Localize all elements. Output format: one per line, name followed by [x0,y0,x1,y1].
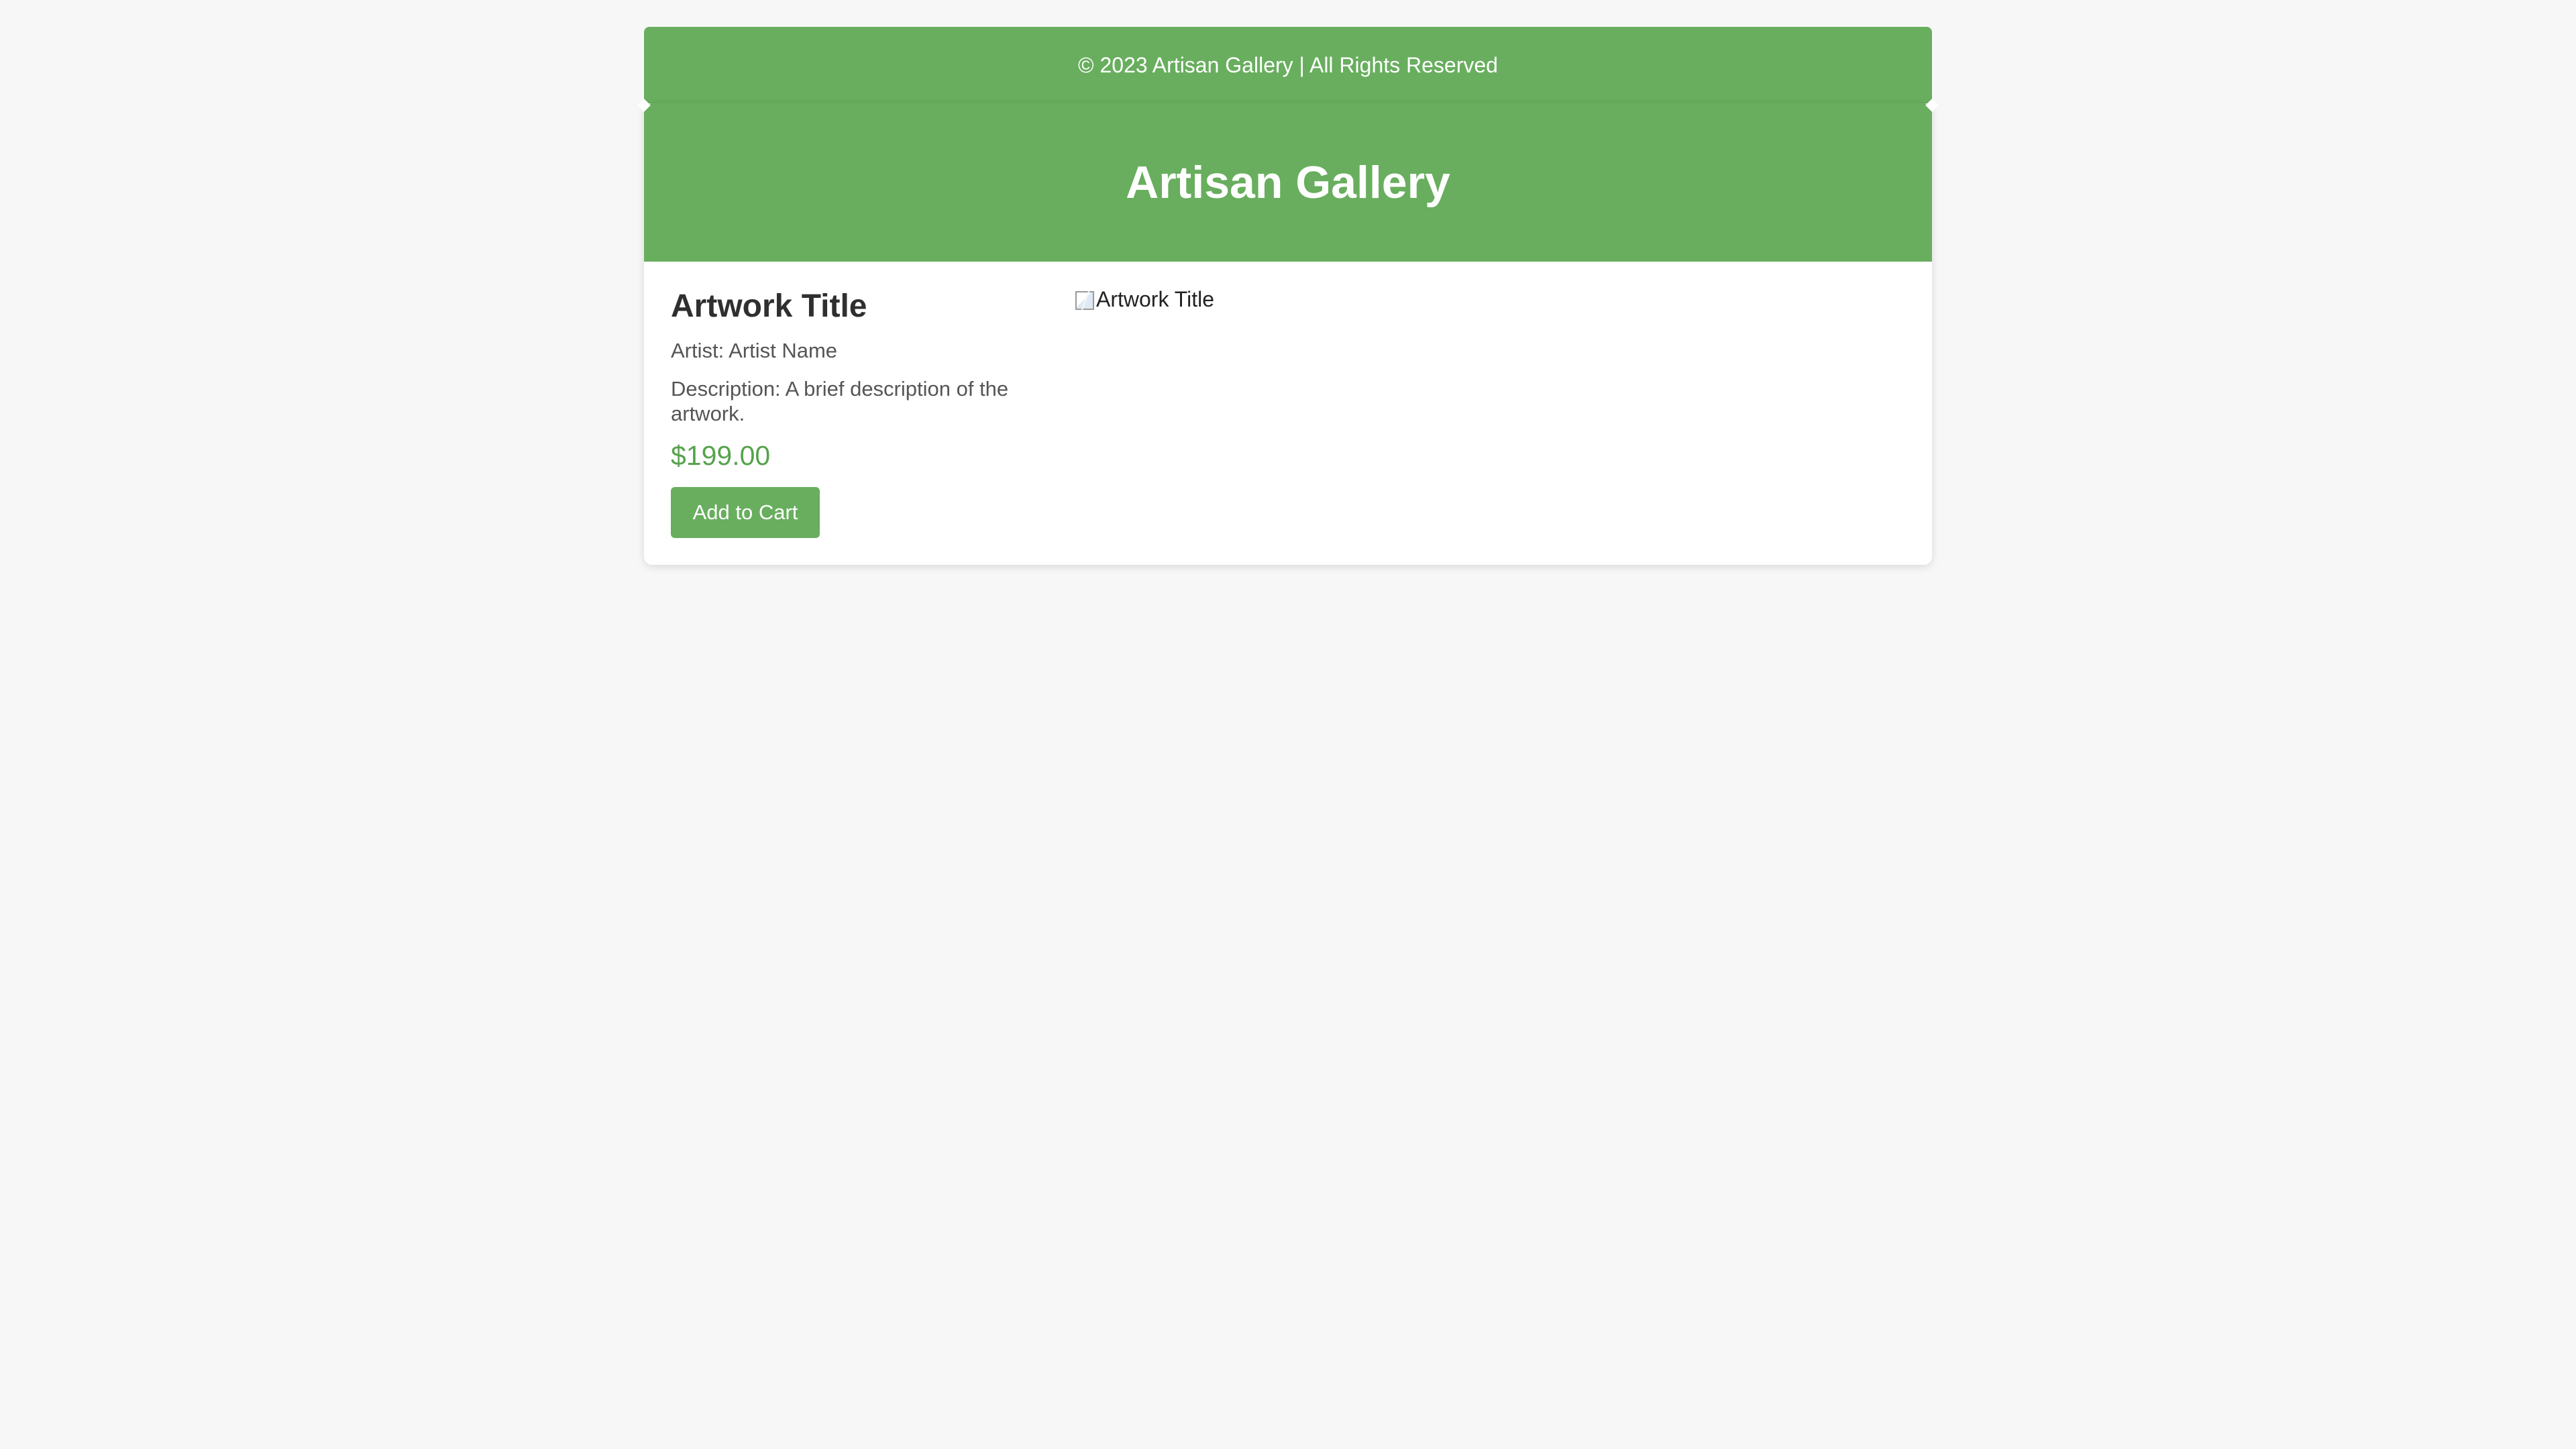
artwork-content: Artwork Title Artist: Artist Name Descri… [644,262,1932,565]
artwork-image: Artwork Title [1073,287,1214,312]
add-to-cart-button[interactable]: Add to Cart [671,487,820,539]
artwork-image-alt-text: Artwork Title [1096,287,1215,311]
artist-name: Artist: Artist Name [671,338,838,362]
artwork-price: $199.00 [671,440,771,472]
artwork-description: Description: A brief description of the … [671,376,1009,425]
broken-image-icon [1073,289,1095,311]
artwork-card: Artisan Gallery Artwork Title Artist: Ar… [637,99,1939,566]
artwork-details: Artwork Title Artist: Artist Name Descri… [671,287,1022,539]
footer-bar: © 2023 Artisan Gallery | All Rights Rese… [644,27,1932,103]
site-header: Artisan Gallery [637,99,1939,262]
gallery-page: © 2023 Artisan Gallery | All Rights Rese… [637,27,1939,566]
site-title: Artisan Gallery [1126,157,1450,208]
copyright-text: © 2023 Artisan Gallery | All Rights Rese… [1078,52,1498,77]
artwork-title: Artwork Title [671,288,867,324]
